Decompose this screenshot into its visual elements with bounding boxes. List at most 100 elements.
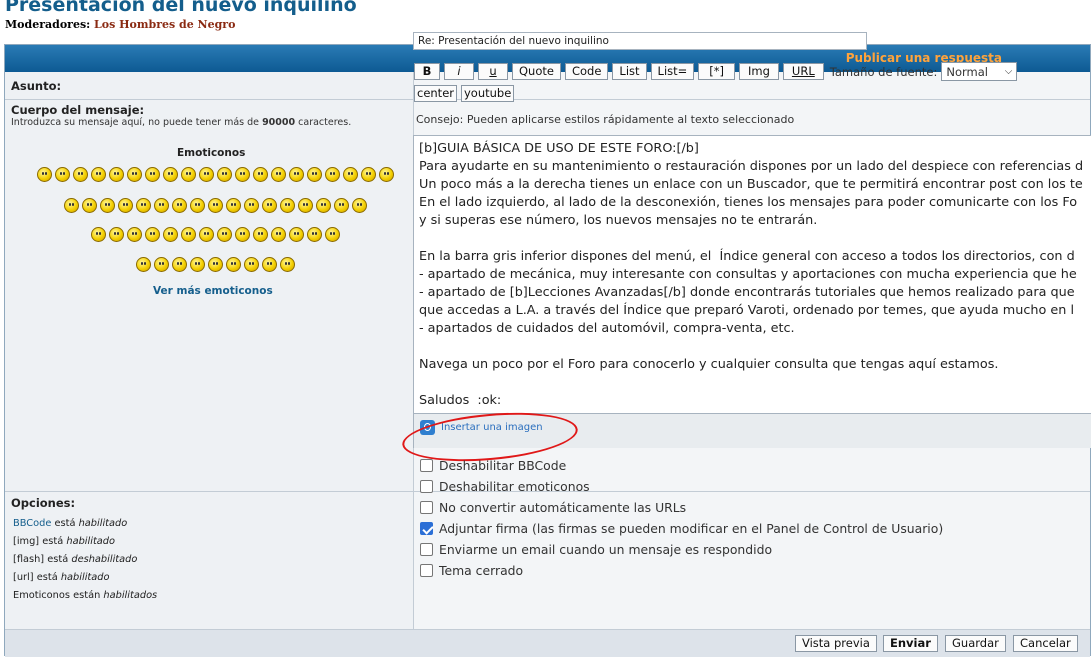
italic-button[interactable]: i: [444, 63, 474, 80]
youtube-button[interactable]: youtube: [461, 85, 515, 102]
smiley-icon[interactable]: [288, 227, 304, 242]
checkbox[interactable]: [420, 459, 433, 472]
smiley-icon[interactable]: [243, 198, 259, 213]
message-textarea[interactable]: [b]GUIA BÁSICA DE USO DE ESTE FORO:[/b] …: [413, 135, 1091, 414]
smiley-icon[interactable]: [36, 167, 52, 182]
smiley-icon[interactable]: [351, 198, 367, 213]
save-button[interactable]: Guardar: [945, 635, 1006, 652]
checkbox[interactable]: [420, 564, 433, 577]
smiley-icon[interactable]: [198, 167, 214, 182]
smiley-icon[interactable]: [153, 198, 169, 213]
option-lock-topic[interactable]: Tema cerrado: [420, 560, 943, 581]
smiley-icon[interactable]: [189, 257, 205, 272]
smiley-icon[interactable]: [144, 167, 160, 182]
smiley-icon[interactable]: [207, 257, 223, 272]
smiley-icon[interactable]: [234, 227, 250, 242]
smiley-icon[interactable]: [126, 227, 142, 242]
smiley-icon[interactable]: [225, 257, 241, 272]
url-button[interactable]: URL: [782, 63, 824, 80]
img-button[interactable]: Img: [739, 63, 779, 80]
smiley-icon[interactable]: [81, 198, 97, 213]
smiley-icon[interactable]: [99, 198, 115, 213]
smiley-icon[interactable]: [90, 227, 106, 242]
smilies-row-2: [25, 198, 405, 213]
checkbox[interactable]: [420, 543, 433, 556]
code-button[interactable]: Code: [564, 63, 609, 80]
checkbox-checked[interactable]: [420, 522, 433, 535]
options-status-emoticons: Emoticonos están habilitados: [13, 590, 158, 601]
smiley-icon[interactable]: [162, 227, 178, 242]
page-title[interactable]: Presentación del nuevo inquilino: [5, 0, 357, 16]
smiley-icon[interactable]: [261, 257, 277, 272]
smiley-icon[interactable]: [360, 167, 376, 182]
subject-input[interactable]: Re: Presentación del nuevo inquilino: [413, 32, 867, 50]
list-item-button[interactable]: [*]: [698, 63, 736, 80]
smiley-icon[interactable]: [153, 257, 169, 272]
smiley-icon[interactable]: [243, 257, 259, 272]
option-disable-emoticons[interactable]: Deshabilitar emoticonos: [420, 476, 943, 497]
smiley-icon[interactable]: [252, 167, 268, 182]
smiley-icon[interactable]: [180, 167, 196, 182]
smiley-icon[interactable]: [117, 198, 133, 213]
smiley-icon[interactable]: [270, 167, 286, 182]
smiley-icon[interactable]: [279, 198, 295, 213]
smiley-icon[interactable]: [234, 167, 250, 182]
font-size-select[interactable]: Normal ⌵: [941, 62, 1018, 81]
smiley-icon[interactable]: [162, 167, 178, 182]
smiley-icon[interactable]: [135, 257, 151, 272]
smiley-icon[interactable]: [378, 167, 394, 182]
smiley-icon[interactable]: [54, 167, 70, 182]
option-no-auto-urls[interactable]: No convertir automáticamente las URLs: [420, 497, 943, 518]
smiley-icon[interactable]: [333, 198, 349, 213]
option-attach-signature[interactable]: Adjuntar firma (las firmas se pueden mod…: [420, 518, 943, 539]
smiley-icon[interactable]: [324, 227, 340, 242]
option-email-notify[interactable]: Enviarme un email cuando un mensaje es r…: [420, 539, 943, 560]
smiley-icon[interactable]: [126, 167, 142, 182]
smiley-icon[interactable]: [135, 198, 151, 213]
smiley-icon[interactable]: [306, 167, 322, 182]
body-hint: Introduzca su mensaje aquí, no puede ten…: [11, 117, 352, 128]
send-button[interactable]: Enviar: [883, 635, 938, 652]
list-button[interactable]: List: [612, 63, 647, 80]
more-emoticons-link[interactable]: Ver más emoticonos: [153, 285, 273, 297]
option-disable-bbcode[interactable]: Deshabilitar BBCode: [420, 455, 943, 476]
smiley-icon[interactable]: [216, 167, 232, 182]
chevron-down-icon: ⌵: [1004, 66, 1013, 77]
smiley-icon[interactable]: [315, 198, 331, 213]
smiley-icon[interactable]: [171, 257, 187, 272]
smiley-icon[interactable]: [270, 227, 286, 242]
bold-button[interactable]: B: [414, 63, 440, 80]
smiley-icon[interactable]: [189, 198, 205, 213]
smiley-icon[interactable]: [72, 167, 88, 182]
smiley-icon[interactable]: [324, 167, 340, 182]
smiley-icon[interactable]: [225, 198, 241, 213]
cancel-button[interactable]: Cancelar: [1013, 635, 1078, 652]
smiley-icon[interactable]: [63, 198, 79, 213]
smiley-icon[interactable]: [180, 227, 196, 242]
smiley-icon[interactable]: [108, 167, 124, 182]
smiley-icon[interactable]: [198, 227, 214, 242]
smiley-icon[interactable]: [288, 167, 304, 182]
list-ordered-button[interactable]: List=: [650, 63, 695, 80]
checkbox[interactable]: [420, 480, 433, 493]
smiley-icon[interactable]: [279, 257, 295, 272]
smiley-icon[interactable]: [297, 198, 313, 213]
smiley-icon[interactable]: [216, 227, 232, 242]
smiley-icon[interactable]: [90, 167, 106, 182]
options-checkboxes: Deshabilitar BBCode Deshabilitar emotico…: [420, 455, 943, 581]
smiley-icon[interactable]: [144, 227, 160, 242]
checkbox[interactable]: [420, 501, 433, 514]
moderators-link[interactable]: Los Hombres de Negro: [94, 18, 235, 31]
smiley-icon[interactable]: [252, 227, 268, 242]
underline-button[interactable]: u: [478, 63, 508, 80]
body-label: Cuerpo del mensaje:: [11, 103, 145, 117]
preview-button[interactable]: Vista previa: [795, 635, 877, 652]
smiley-icon[interactable]: [261, 198, 277, 213]
smiley-icon[interactable]: [207, 198, 223, 213]
smiley-icon[interactable]: [306, 227, 322, 242]
quote-button[interactable]: Quote: [512, 63, 561, 80]
smiley-icon[interactable]: [342, 167, 358, 182]
center-button[interactable]: center: [414, 85, 457, 102]
smiley-icon[interactable]: [108, 227, 124, 242]
smiley-icon[interactable]: [171, 198, 187, 213]
